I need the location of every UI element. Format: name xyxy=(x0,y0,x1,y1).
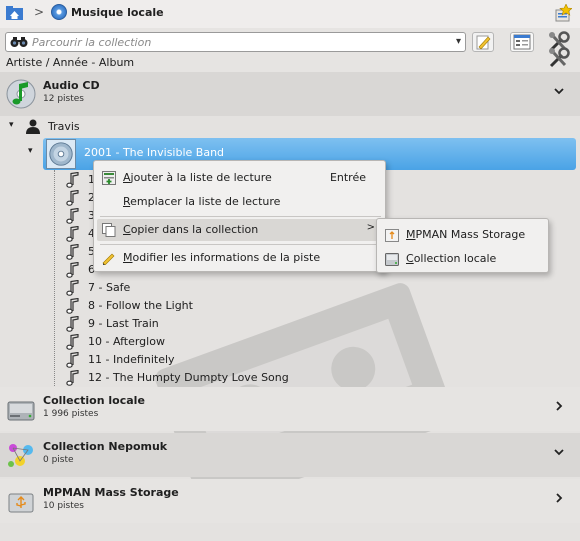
submenu-arrow-icon: > xyxy=(366,222,375,233)
menu-item-edit-track-info[interactable]: Modifier les informations de la piste xyxy=(97,247,384,269)
album-expander-icon[interactable]: ▾ xyxy=(28,146,33,156)
music-note-icon xyxy=(66,171,80,188)
copy-submenu: MPMAN Mass Storage Collection locale xyxy=(376,218,549,273)
track-title: 9 - Last Train xyxy=(88,317,159,330)
menu-label: Ajouter à la liste de lecture xyxy=(123,171,272,184)
track-title: 12 - The Humpty Dumpty Love Song xyxy=(88,371,289,384)
track-row[interactable]: 11 - Indefinitely xyxy=(66,351,366,369)
music-note-icon xyxy=(66,207,80,224)
source-name: Audio CD xyxy=(43,79,100,92)
artist-name: Travis xyxy=(48,120,80,133)
menu-label: Collection locale xyxy=(406,252,497,265)
tree-guide xyxy=(54,170,55,386)
favorites-star-icon[interactable] xyxy=(554,4,572,22)
breadcrumb-bar: > Musique locale xyxy=(0,0,580,28)
source-mpman[interactable]: MPMAN Mass Storage 10 pistes xyxy=(0,479,580,523)
search-placeholder: Parcourir la collection xyxy=(32,36,152,49)
search-row: Parcourir la collection ▾ xyxy=(0,28,580,56)
menu-shortcut: Entrée xyxy=(329,171,366,184)
menu-item-copy-to-collection[interactable]: Copier dans la collection > xyxy=(97,219,384,241)
hard-drive-icon xyxy=(385,253,399,266)
source-audio-cd[interactable]: Audio CD 12 pistes xyxy=(0,72,580,116)
usb-drive-icon xyxy=(8,493,34,513)
source-name: MPMAN Mass Storage xyxy=(43,486,179,499)
list-view-icon xyxy=(513,34,531,50)
expander-icon[interactable]: ▾ xyxy=(9,120,14,130)
configure-icon[interactable] xyxy=(546,46,572,70)
chevron-right-icon[interactable] xyxy=(552,399,566,413)
chevron-down-icon[interactable]: ▾ xyxy=(456,36,461,47)
track-title: 8 - Follow the Light xyxy=(88,299,193,312)
submenu-item-local-collection[interactable]: Collection locale xyxy=(380,248,547,270)
source-name: Collection locale xyxy=(43,394,145,407)
menu-separator xyxy=(100,244,381,245)
source-count: 12 pistes xyxy=(43,94,84,104)
music-note-icon xyxy=(66,189,80,206)
menu-separator xyxy=(100,216,381,217)
search-input[interactable]: Parcourir la collection ▾ xyxy=(5,32,466,52)
breadcrumb-separator: > xyxy=(34,5,45,19)
music-note-icon xyxy=(66,261,80,278)
cd-cover-icon xyxy=(46,139,76,169)
edit-filter-button[interactable] xyxy=(472,32,494,52)
source-count: 0 piste xyxy=(43,455,74,465)
binoculars-icon xyxy=(10,37,28,47)
music-note-icon xyxy=(66,225,80,242)
source-nepomuk[interactable]: Collection Nepomuk 0 piste xyxy=(0,433,580,477)
music-note-icon xyxy=(66,243,80,260)
hard-drive-icon xyxy=(7,401,35,421)
home-folder-icon[interactable] xyxy=(6,5,23,20)
source-count: 1 996 pistes xyxy=(43,409,99,419)
menu-item-add-to-playlist[interactable]: Ajouter à la liste de lecture Entrée xyxy=(97,167,384,189)
menu-label: Remplacer la liste de lecture xyxy=(123,195,281,208)
track-row[interactable]: 9 - Last Train xyxy=(66,315,366,333)
pencil-icon xyxy=(102,253,115,265)
track-row[interactable]: 12 - The Humpty Dumpty Love Song xyxy=(66,369,366,387)
view-mode-button[interactable] xyxy=(510,32,534,52)
person-icon xyxy=(26,119,40,134)
cd-icon xyxy=(51,4,67,20)
music-note-icon xyxy=(66,279,80,296)
track-title: 10 - Afterglow xyxy=(88,335,165,348)
music-note-icon xyxy=(66,297,80,314)
track-row[interactable]: 8 - Follow the Light xyxy=(66,297,366,315)
source-local-collection[interactable]: Collection locale 1 996 pistes xyxy=(0,387,580,431)
context-menu: Ajouter à la liste de lecture Entrée Rem… xyxy=(93,160,386,272)
artist-row[interactable]: ▾ Travis xyxy=(0,118,580,136)
menu-label: Modifier les informations de la piste xyxy=(123,251,321,264)
track-row[interactable]: 10 - Afterglow xyxy=(66,333,366,351)
track-title: 7 - Safe xyxy=(88,281,131,294)
chevron-right-icon[interactable] xyxy=(552,491,566,505)
pencil-icon xyxy=(476,35,491,50)
submenu-item-mpman[interactable]: MPMAN Mass Storage xyxy=(380,224,547,246)
music-note-icon xyxy=(66,369,80,386)
music-note-icon xyxy=(66,351,80,368)
source-name: Collection Nepomuk xyxy=(43,440,168,453)
music-note-icon xyxy=(66,315,80,332)
music-note-icon xyxy=(66,333,80,350)
chevron-down-icon[interactable] xyxy=(552,84,566,98)
track-row[interactable]: 7 - Safe xyxy=(66,279,366,297)
source-count: 10 pistes xyxy=(43,501,84,511)
track-title: 11 - Indefinitely xyxy=(88,353,175,366)
add-playlist-icon xyxy=(102,171,116,185)
sort-order-label[interactable]: Artiste / Année - Album xyxy=(6,56,134,69)
usb-drive-icon xyxy=(385,229,399,242)
menu-label: Copier dans la collection xyxy=(123,223,259,236)
nepomuk-icon xyxy=(8,444,33,467)
menu-item-replace-playlist[interactable]: Remplacer la liste de lecture xyxy=(97,191,384,213)
menu-label: MPMAN Mass Storage xyxy=(406,228,526,241)
album-name: 2001 - The Invisible Band xyxy=(84,146,225,159)
music-note-icon xyxy=(6,79,36,109)
chevron-down-icon[interactable] xyxy=(552,445,566,459)
breadcrumb-title[interactable]: Musique locale xyxy=(71,6,164,19)
copy-icon xyxy=(102,223,116,237)
